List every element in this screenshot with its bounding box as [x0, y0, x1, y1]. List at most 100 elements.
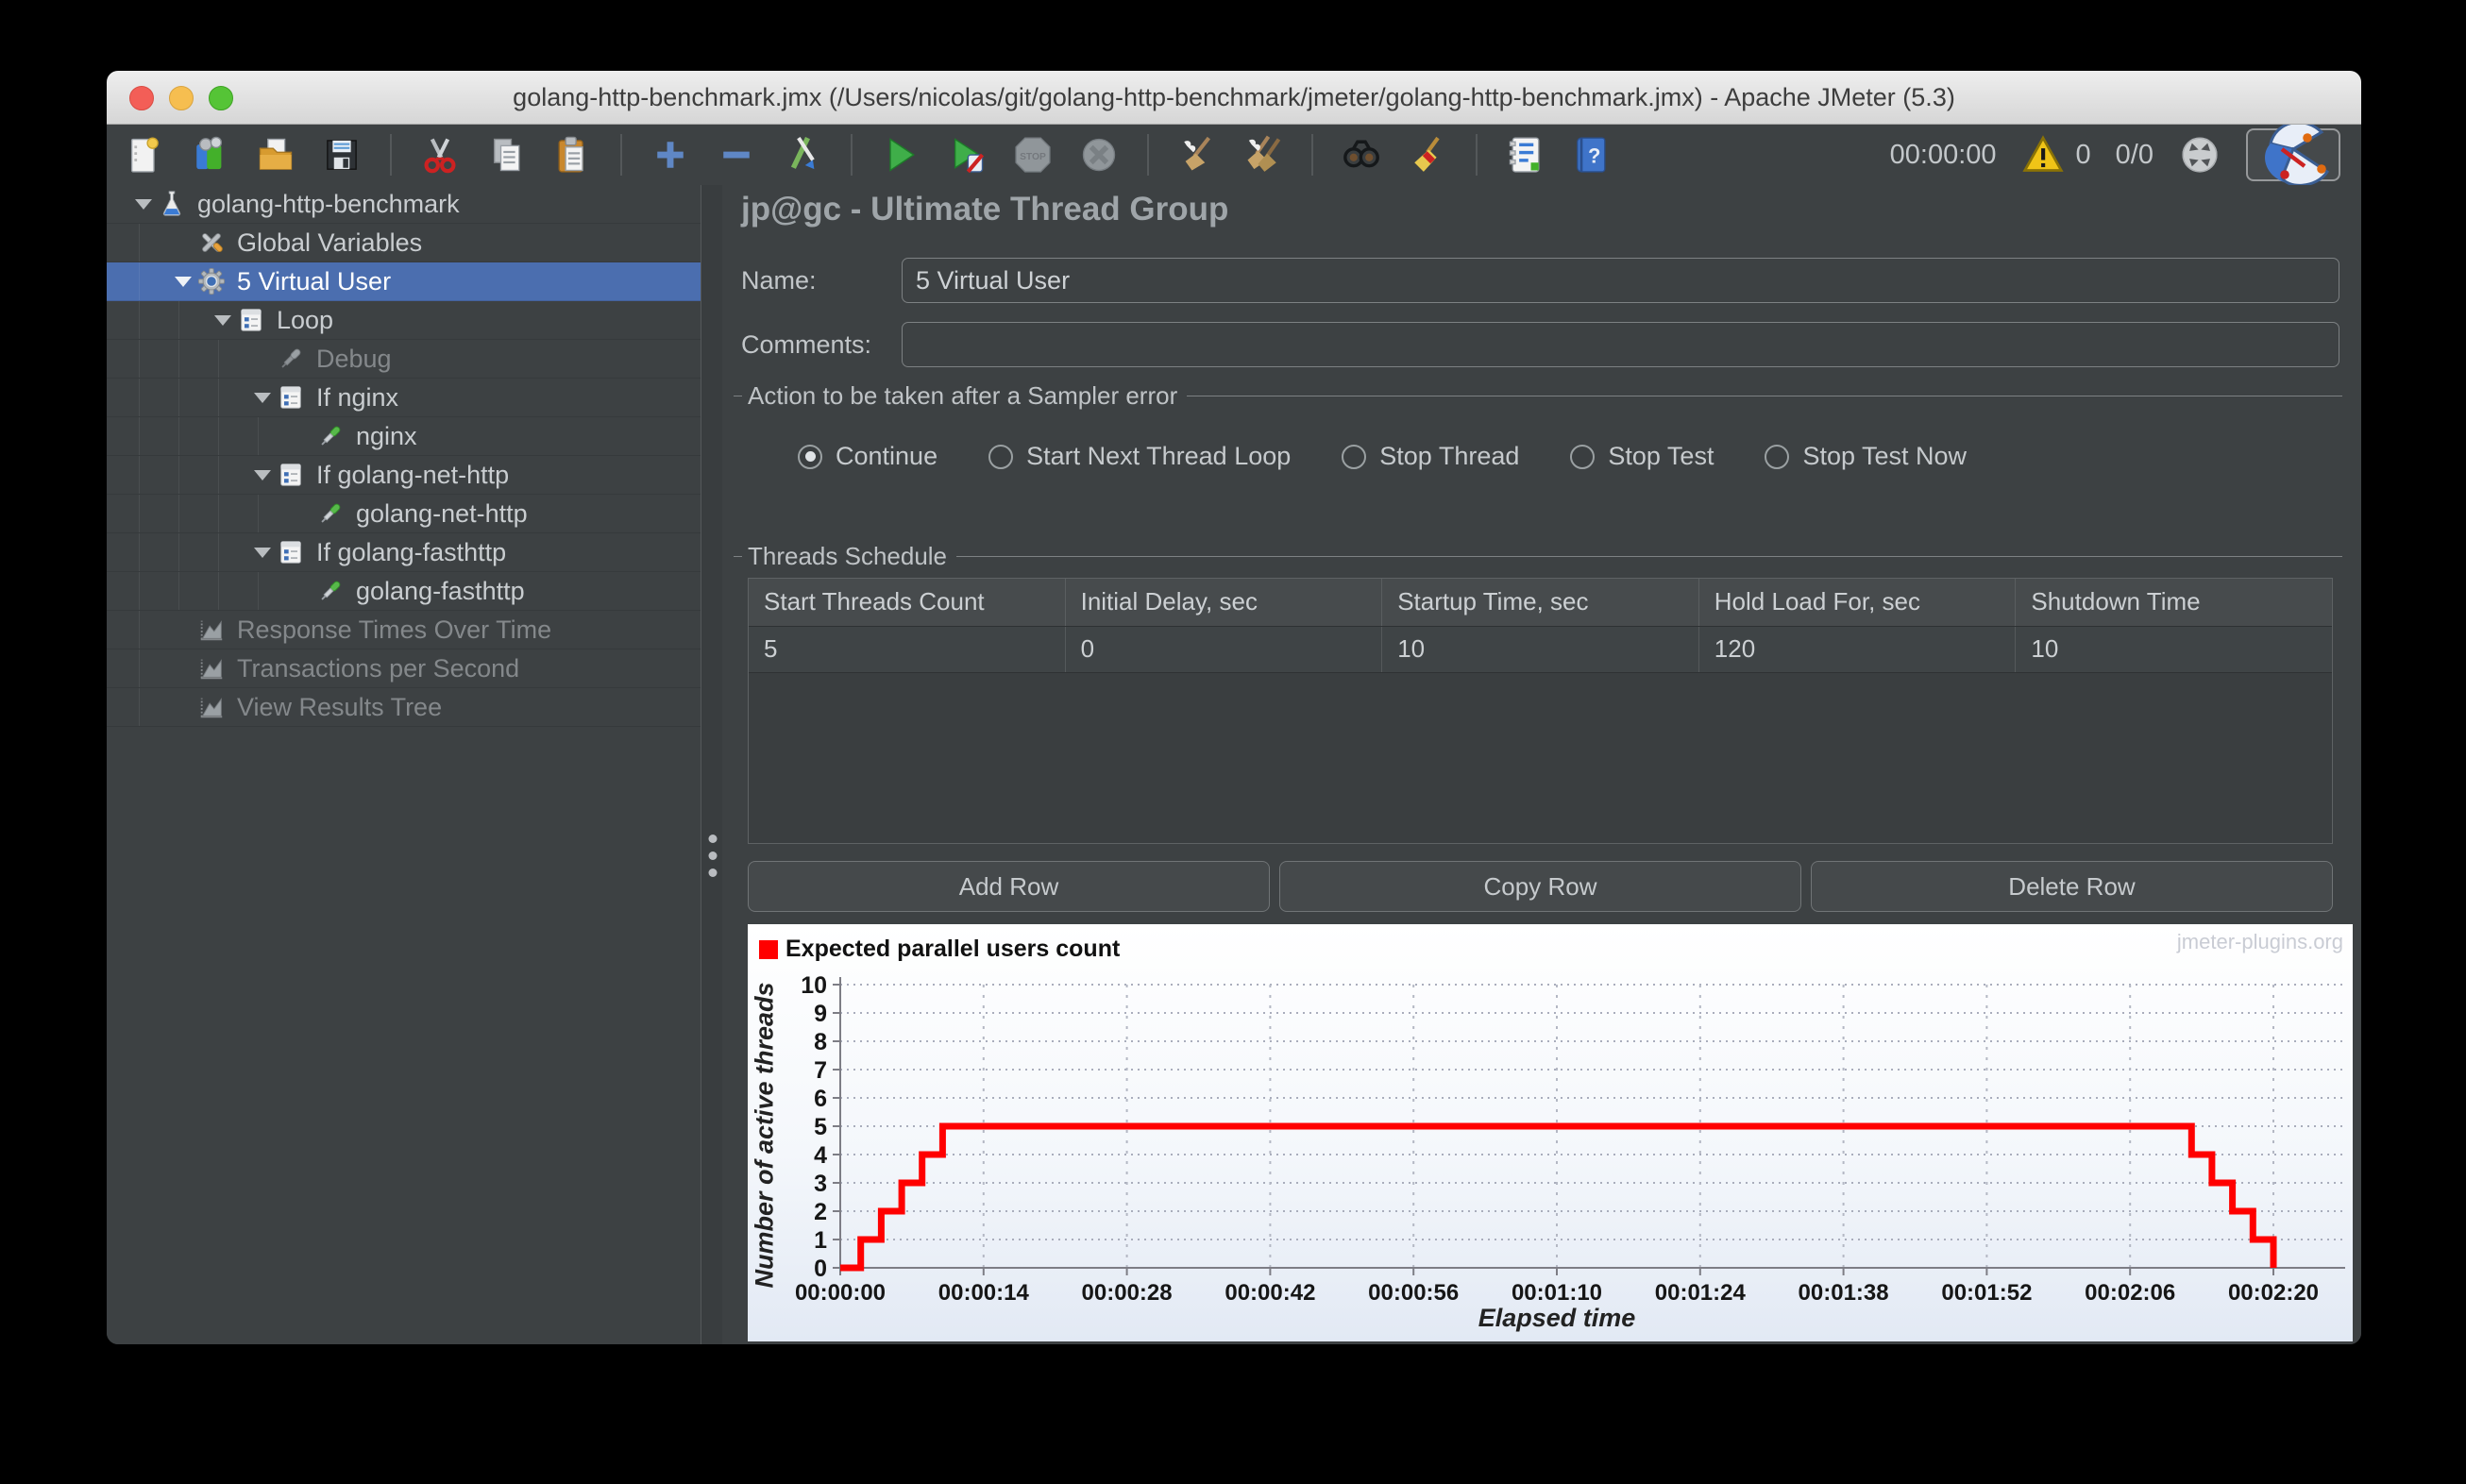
- tree-indent-guide: [218, 572, 219, 610]
- action-group-title: Action to be taken after a Sampler error: [734, 381, 2342, 411]
- svg-text:00:01:10: 00:01:10: [1512, 1280, 1602, 1306]
- tree-indent-guide: [178, 417, 179, 455]
- maximize-button[interactable]: [209, 86, 233, 110]
- copy-icon[interactable]: [484, 133, 528, 177]
- radio-icon: [1342, 444, 1367, 469]
- controller-icon: [277, 461, 309, 489]
- tree-indent-guide: [139, 340, 140, 378]
- tree-item-label: Debug: [316, 344, 392, 373]
- tree-indent-guide: [139, 262, 140, 300]
- delete-row-button[interactable]: Delete Row: [1811, 861, 2333, 912]
- svg-text:00:01:52: 00:01:52: [1941, 1280, 2032, 1306]
- paste-icon[interactable]: [550, 133, 594, 177]
- svg-text:8: 8: [814, 1029, 827, 1055]
- save-icon[interactable]: [320, 133, 363, 177]
- tree-indent-guide: [139, 495, 140, 532]
- test-plan-tree[interactable]: golang-http-benchmark Global Variables 5 V…: [107, 185, 701, 1344]
- clear-all-icon[interactable]: [1241, 133, 1285, 177]
- tree-item-label: 5 Virtual User: [237, 266, 392, 295]
- tree-indent-guide: [178, 340, 179, 378]
- zoom-out-icon[interactable]: [715, 133, 758, 177]
- minimize-button[interactable]: [169, 86, 194, 110]
- search-icon[interactable]: [1340, 133, 1383, 177]
- start-icon[interactable]: [879, 133, 922, 177]
- tree-item-transactions-per-second[interactable]: Transactions per Second: [107, 649, 701, 688]
- tree-indent-guide: [178, 456, 179, 494]
- cell-start-threads-count[interactable]: 5: [749, 627, 1066, 672]
- radio-start-next-thread-loop[interactable]: Start Next Thread Loop: [988, 442, 1291, 471]
- cell-startup-time[interactable]: 10: [1382, 627, 1699, 672]
- function-helper-icon[interactable]: [1504, 133, 1547, 177]
- tree-indent-guide: [139, 379, 140, 416]
- tree-item-label: View Results Tree: [237, 692, 443, 721]
- splitter-handle-icon[interactable]: [708, 835, 717, 877]
- copy-row-button[interactable]: Copy Row: [1279, 861, 1801, 912]
- tree-item-view-results-tree[interactable]: View Results Tree: [107, 688, 701, 727]
- tree-item-label: nginx: [356, 421, 417, 450]
- radio-stop-thread[interactable]: Stop Thread: [1342, 442, 1519, 471]
- tree-item-5-virtual-user[interactable]: 5 Virtual User: [107, 262, 701, 301]
- panel-splitter[interactable]: [701, 185, 724, 1344]
- tree-indent-guide: [139, 301, 140, 339]
- help-icon[interactable]: ?: [1570, 133, 1613, 177]
- tree-indent-guide: [139, 649, 140, 687]
- tree-item-golang-net-http[interactable]: golang-net-http: [107, 495, 701, 533]
- name-input[interactable]: [902, 258, 2339, 303]
- start-no-timers-icon[interactable]: [945, 133, 988, 177]
- tree-indent-guide: [178, 379, 179, 416]
- toolbar-separator: [620, 134, 622, 176]
- tree-item-response-times-over-time[interactable]: Response Times Over Time: [107, 611, 701, 649]
- expected-users-chart: Expected parallel users count jmeter-plu…: [748, 924, 2353, 1341]
- new-file-icon[interactable]: [122, 133, 165, 177]
- tree-item-if-golang-fasthttp[interactable]: If golang-fasthttp: [107, 533, 701, 572]
- tree-item-if-nginx[interactable]: If nginx: [107, 379, 701, 417]
- tree-item-label: Transactions per Second: [237, 653, 520, 683]
- svg-text:00:01:24: 00:01:24: [1655, 1280, 1747, 1306]
- add-row-button[interactable]: Add Row: [748, 861, 1270, 912]
- tree-indent-guide: [139, 456, 140, 494]
- name-label: Name:: [741, 266, 817, 295]
- cell-shutdown-time[interactable]: 10: [2016, 627, 2332, 672]
- jmeter-logo-button[interactable]: [2246, 121, 2340, 187]
- open-file-icon[interactable]: [254, 133, 297, 177]
- zoom-in-icon[interactable]: [649, 133, 692, 177]
- window-title: golang-http-benchmark.jmx (/Users/nicola…: [513, 83, 1955, 111]
- tree-item-golang-fasthttp[interactable]: golang-fasthttp: [107, 572, 701, 611]
- expand-arrow-icon[interactable]: [248, 547, 277, 558]
- toggle-icon[interactable]: [781, 133, 824, 177]
- tree-item-debug[interactable]: Debug: [107, 340, 701, 379]
- expand-arrow-icon[interactable]: [209, 314, 237, 326]
- comments-input[interactable]: [902, 322, 2339, 367]
- title-bar[interactable]: golang-http-benchmark.jmx (/Users/nicola…: [107, 71, 2361, 125]
- expand-arrow-icon[interactable]: [129, 198, 158, 210]
- tree-item-label: golang-http-benchmark: [197, 189, 460, 218]
- tree-indent-guide: [258, 572, 259, 610]
- templates-icon[interactable]: [188, 133, 231, 177]
- svg-text:2: 2: [814, 1199, 827, 1225]
- jmeter-window: golang-http-benchmark.jmx (/Users/nicola…: [107, 71, 2361, 1344]
- tree-item-loop[interactable]: Loop: [107, 301, 701, 340]
- toolbar-separator: [851, 134, 853, 176]
- svg-text:0: 0: [814, 1256, 827, 1282]
- expand-arrow-icon[interactable]: [169, 276, 197, 287]
- warning-icon[interactable]: [2021, 133, 2065, 177]
- threads-schedule-title: Threads Schedule: [734, 542, 2342, 571]
- cell-initial-delay[interactable]: 0: [1066, 627, 1383, 672]
- tree-item-if-golang-net-http[interactable]: If golang-net-http: [107, 456, 701, 495]
- cell-hold-load-for[interactable]: 120: [1699, 627, 2017, 672]
- tree-item-golang-http-benchmark[interactable]: golang-http-benchmark: [107, 185, 701, 224]
- radio-stop-test-now[interactable]: Stop Test Now: [1765, 442, 1967, 471]
- expand-arrow-icon[interactable]: [248, 392, 277, 403]
- tree-item-global-variables[interactable]: Global Variables: [107, 224, 701, 262]
- tree-item-label: Loop: [277, 305, 334, 334]
- tree-item-nginx[interactable]: nginx: [107, 417, 701, 456]
- expand-arrow-icon[interactable]: [248, 469, 277, 481]
- tree-indent-guide: [218, 417, 219, 455]
- tree-item-label: If golang-net-http: [316, 460, 510, 489]
- clear-icon[interactable]: [1175, 133, 1219, 177]
- close-button[interactable]: [129, 86, 154, 110]
- radio-stop-test[interactable]: Stop Test: [1570, 442, 1714, 471]
- search-reset-icon[interactable]: [1406, 133, 1449, 177]
- cut-icon[interactable]: [418, 133, 462, 177]
- radio-continue[interactable]: Continue: [798, 442, 937, 471]
